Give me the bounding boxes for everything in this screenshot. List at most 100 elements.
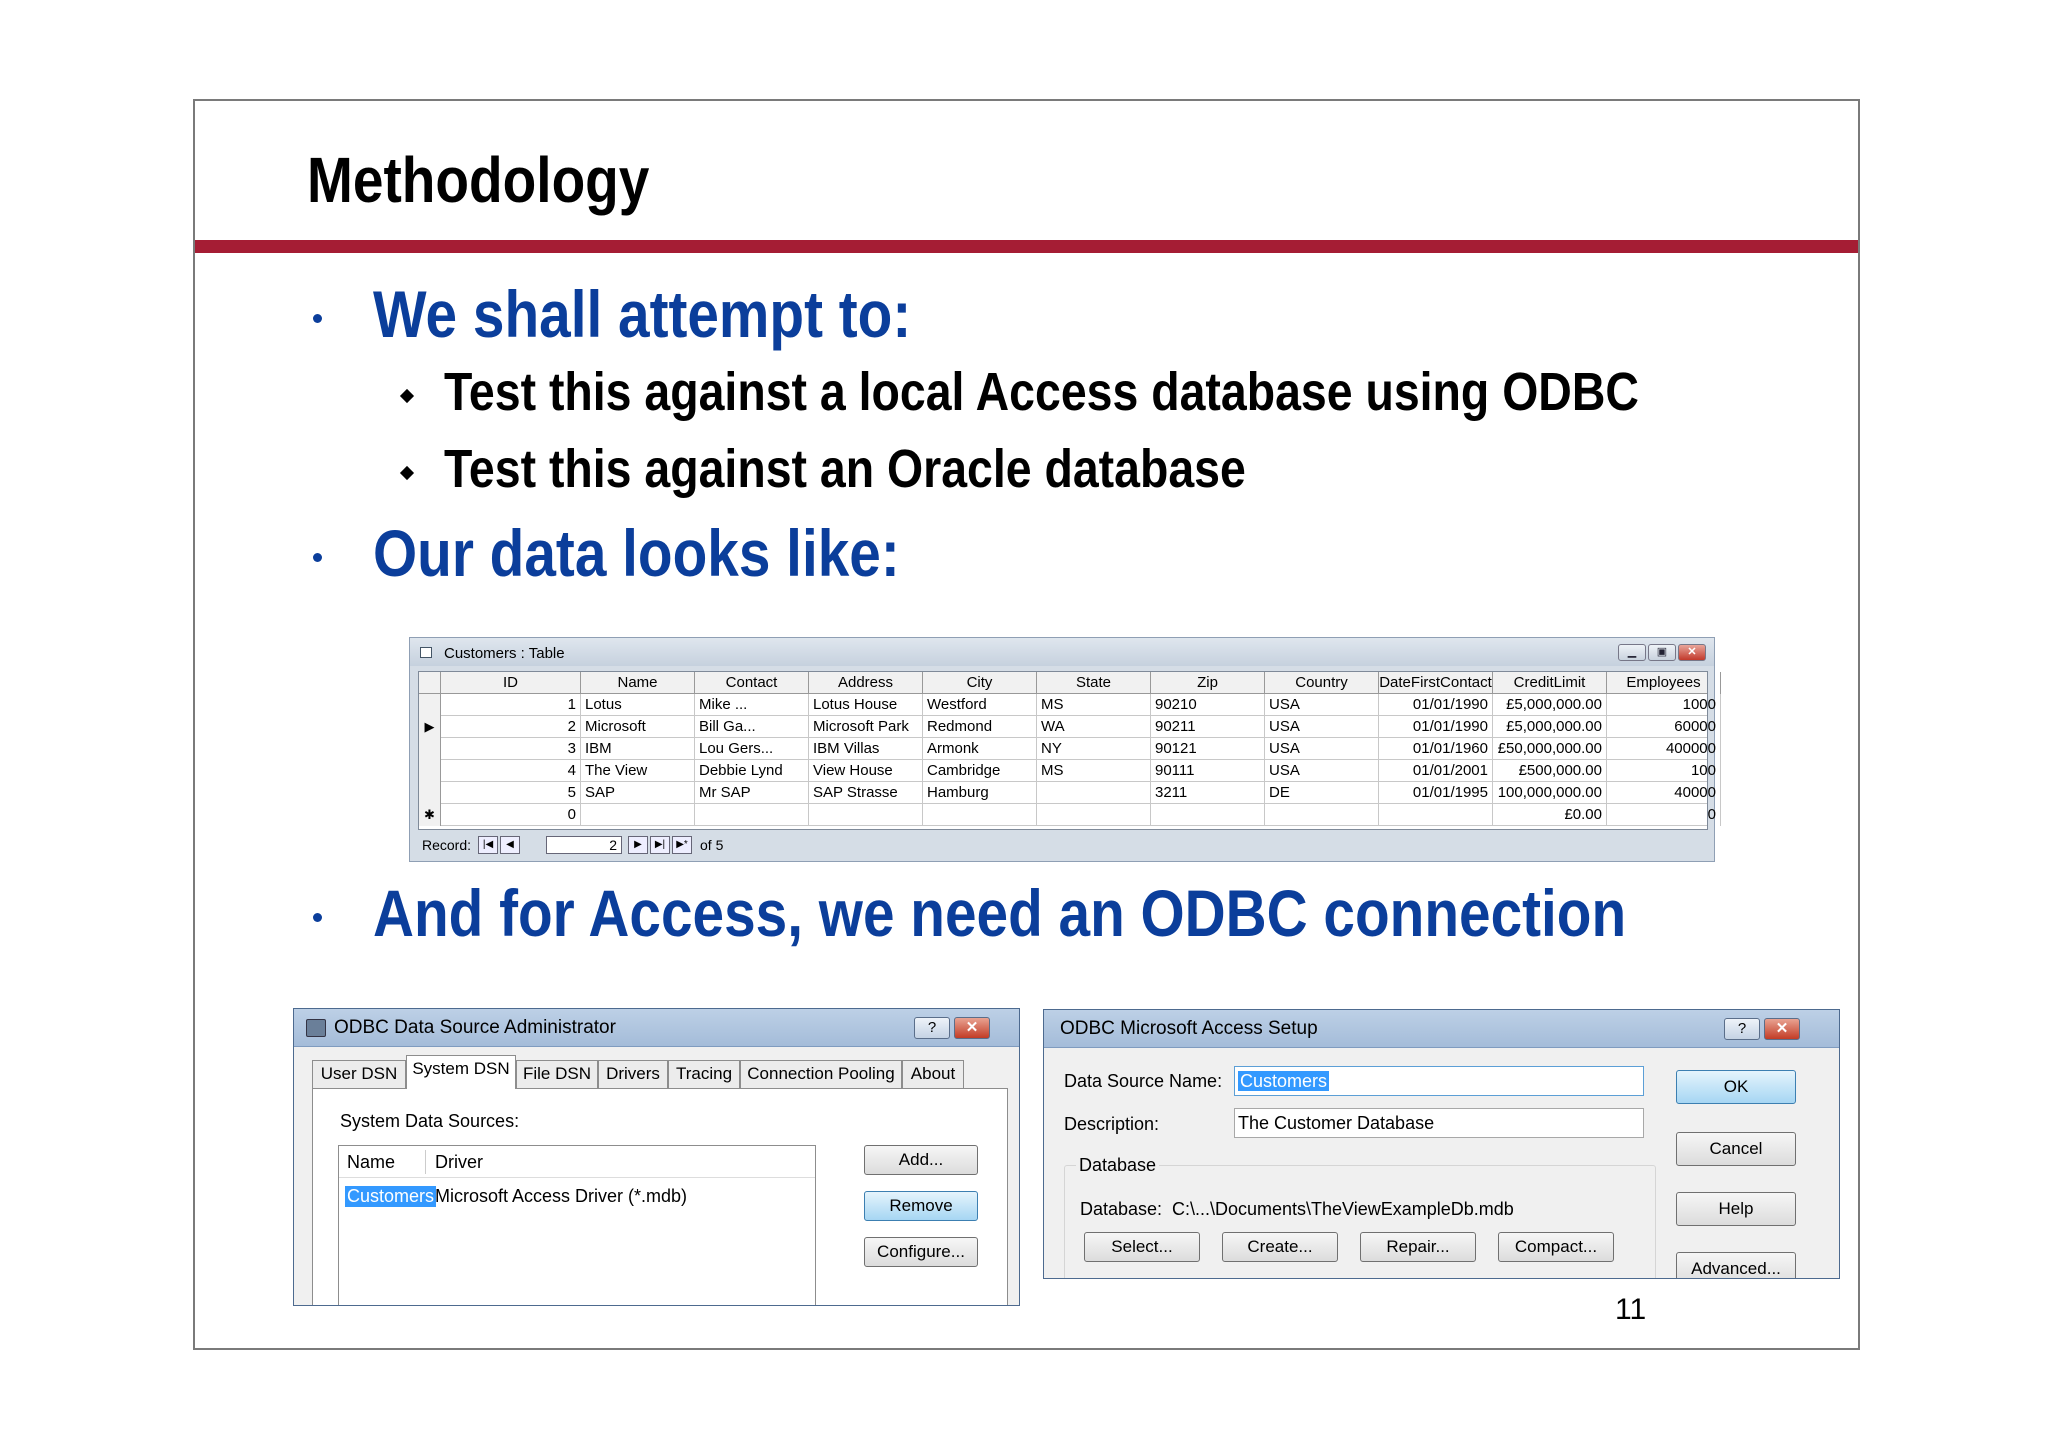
next-record-icon[interactable]: ▶	[628, 836, 648, 854]
table-cell[interactable]: USA	[1265, 738, 1379, 760]
table-cell[interactable]: £5,000,000.00	[1493, 716, 1607, 738]
select-button[interactable]: Select...	[1084, 1232, 1200, 1262]
dsn-list[interactable]: Name Driver Customers Microsoft Access D…	[338, 1145, 816, 1305]
column-header[interactable]: State	[1037, 672, 1151, 694]
table-cell[interactable]: IBM Villas	[809, 738, 923, 760]
row-selector[interactable]	[419, 760, 441, 782]
table-cell[interactable]: SAP	[581, 782, 695, 804]
dsn-row-name[interactable]: Customers	[345, 1186, 437, 1207]
table-cell[interactable]: 0	[1607, 804, 1721, 826]
table-cell[interactable]: 2	[441, 716, 581, 738]
table-cell[interactable]: 1	[441, 694, 581, 716]
table-cell[interactable]: £500,000.00	[1493, 760, 1607, 782]
table-cell[interactable]: £0.00	[1493, 804, 1607, 826]
tab-about[interactable]: About	[902, 1060, 964, 1088]
table-row[interactable]: ▶ 2 Microsoft Bill Ga... Microsoft Park Redmo…	[419, 716, 1721, 738]
table-cell[interactable]: 90121	[1151, 738, 1265, 760]
table-cell[interactable]: NY	[1037, 738, 1151, 760]
table-cell[interactable]	[1037, 804, 1151, 826]
table-cell[interactable]: USA	[1265, 716, 1379, 738]
table-cell[interactable]: 4	[441, 760, 581, 782]
row-selector[interactable]	[419, 694, 441, 716]
description-input[interactable]: The Customer Database	[1234, 1108, 1644, 1138]
table-row[interactable]: ✱ 0 £0.00 0	[419, 804, 1721, 826]
help-icon[interactable]: ?	[914, 1017, 950, 1039]
add-button[interactable]: Add...	[864, 1145, 978, 1175]
minimize-icon[interactable]: ▁	[1618, 644, 1646, 661]
table-cell[interactable]: USA	[1265, 694, 1379, 716]
table-cell[interactable]: Microsoft	[581, 716, 695, 738]
close-icon[interactable]: ✕	[954, 1017, 990, 1039]
table-cell[interactable]	[1379, 804, 1493, 826]
table-row[interactable]: 5 SAP Mr SAP SAP Strasse Hamburg 3211 DE 01/01/…	[419, 782, 1721, 804]
column-header[interactable]: ID	[441, 672, 581, 694]
column-header[interactable]: Employees	[1607, 672, 1721, 694]
table-cell[interactable]: Microsoft Park	[809, 716, 923, 738]
cancel-button[interactable]: Cancel	[1676, 1132, 1796, 1166]
table-cell[interactable]: MS	[1037, 760, 1151, 782]
tab-system-dsn[interactable]: System DSN	[406, 1055, 516, 1089]
new-row-icon[interactable]: ✱	[419, 804, 441, 826]
table-cell[interactable]: Lou Gers...	[695, 738, 809, 760]
table-cell[interactable]: Armonk	[923, 738, 1037, 760]
table-cell[interactable]: Bill Ga...	[695, 716, 809, 738]
table-cell[interactable]: 01/01/1990	[1379, 716, 1493, 738]
remove-button[interactable]: Remove	[864, 1191, 978, 1221]
row-selector[interactable]	[419, 738, 441, 760]
column-header[interactable]: Address	[809, 672, 923, 694]
dsn-name-input[interactable]: Customers	[1234, 1066, 1644, 1096]
tab-connection-pooling[interactable]: Connection Pooling	[740, 1060, 902, 1088]
table-row[interactable]: 1 Lotus Mike ... Lotus House Westford MS 90210…	[419, 694, 1721, 716]
table-cell[interactable]	[1265, 804, 1379, 826]
table-cell[interactable]: IBM	[581, 738, 695, 760]
table-cell[interactable]: Mr SAP	[695, 782, 809, 804]
table-cell[interactable]	[1151, 804, 1265, 826]
table-cell[interactable]: WA	[1037, 716, 1151, 738]
table-cell[interactable]	[923, 804, 1037, 826]
tab-tracing[interactable]: Tracing	[668, 1060, 740, 1088]
table-cell[interactable]: USA	[1265, 760, 1379, 782]
table-cell[interactable]: 5	[441, 782, 581, 804]
table-cell[interactable]: 100	[1607, 760, 1721, 782]
table-cell[interactable]: 3211	[1151, 782, 1265, 804]
table-cell[interactable]: DE	[1265, 782, 1379, 804]
table-row[interactable]: 4 The View Debbie Lynd View House Cambridge M…	[419, 760, 1721, 782]
table-cell[interactable]: 1000	[1607, 694, 1721, 716]
table-cell[interactable]	[809, 804, 923, 826]
table-cell[interactable]: 01/01/1960	[1379, 738, 1493, 760]
compact-button[interactable]: Compact...	[1498, 1232, 1614, 1262]
last-record-icon[interactable]: ▶|	[650, 836, 670, 854]
configure-button[interactable]: Configure...	[864, 1237, 978, 1267]
table-cell[interactable]: Debbie Lynd	[695, 760, 809, 782]
tab-drivers[interactable]: Drivers	[598, 1060, 668, 1088]
new-record-icon[interactable]: ▶*	[672, 836, 692, 854]
column-header[interactable]: DateFirstContact	[1379, 672, 1493, 694]
column-header[interactable]: City	[923, 672, 1037, 694]
table-cell[interactable]: 3	[441, 738, 581, 760]
record-number-input[interactable]: 2	[546, 836, 622, 854]
table-cell[interactable]: 90111	[1151, 760, 1265, 782]
table-cell[interactable]: 01/01/1995	[1379, 782, 1493, 804]
column-header[interactable]: Country	[1265, 672, 1379, 694]
table-cell[interactable]: 0	[441, 804, 581, 826]
help-button[interactable]: Help	[1676, 1192, 1796, 1226]
ok-button[interactable]: OK	[1676, 1070, 1796, 1104]
table-cell[interactable]: Westford	[923, 694, 1037, 716]
column-header[interactable]: Contact	[695, 672, 809, 694]
current-row-icon[interactable]: ▶	[419, 716, 441, 738]
table-cell[interactable]: MS	[1037, 694, 1151, 716]
table-cell[interactable]: 01/01/2001	[1379, 760, 1493, 782]
table-cell[interactable]: Cambridge	[923, 760, 1037, 782]
tab-file-dsn[interactable]: File DSN	[516, 1060, 598, 1088]
maximize-icon[interactable]: ▣	[1648, 644, 1676, 661]
help-icon[interactable]: ?	[1724, 1018, 1760, 1040]
table-cell[interactable]: 60000	[1607, 716, 1721, 738]
table-cell[interactable]: 400000	[1607, 738, 1721, 760]
column-header[interactable]: Name	[581, 672, 695, 694]
table-cell[interactable]: View House	[809, 760, 923, 782]
table-cell[interactable]: Mike ...	[695, 694, 809, 716]
table-cell[interactable]: 100,000,000.00	[1493, 782, 1607, 804]
advanced-button[interactable]: Advanced...	[1676, 1252, 1796, 1278]
table-cell[interactable]: SAP Strasse	[809, 782, 923, 804]
table-cell[interactable]: The View	[581, 760, 695, 782]
